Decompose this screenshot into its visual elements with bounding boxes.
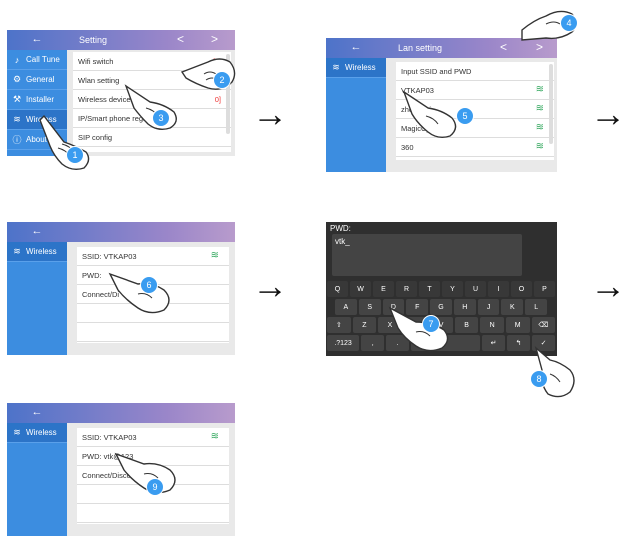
wifi-icon: ≋ [535,103,544,114]
music-note-icon: ♪ [14,54,20,65]
setting-header: ← Setting < > [7,30,235,50]
key-s[interactable]: S [358,299,381,315]
input-ssid-row[interactable]: Input SSID and PWD [396,62,554,81]
wifi-icon: ≋ [13,114,21,124]
key-a[interactable]: A [335,299,357,315]
enter-key[interactable]: ↵ [482,335,506,351]
empty-row [77,504,229,523]
wireless-header: ← [7,403,235,423]
key-p[interactable]: P [534,281,555,297]
step-badge: 4 [560,14,578,32]
arrow-right-icon: → [252,93,288,134]
wireless-header: ← [7,222,235,242]
sidebar: ≋ Wireless [7,242,67,355]
prev-page-button[interactable]: < [500,40,507,54]
key-m[interactable]: M [505,317,530,333]
key-o[interactable]: O [511,281,532,297]
pointing-hand-icon [39,114,90,171]
pointing-hand-icon [402,90,457,139]
wifi-icon: ≋ [210,250,219,261]
step-badge: 6 [140,276,158,294]
wrench-icon: ⚒ [12,94,22,104]
sidebar-item-general[interactable]: ⚙ General [7,70,67,90]
sidebar-item-installer[interactable]: ⚒ Installer [7,90,67,110]
key-q[interactable]: Q [327,281,348,297]
key-e[interactable]: E [373,281,394,297]
wifi-icon: ≋ [332,62,340,72]
key-k[interactable]: K [501,299,524,315]
pointing-hand-icon [388,306,449,352]
step-badge: 7 [422,315,440,333]
sidebar-item-wireless[interactable]: ≋Wireless [7,423,67,443]
step-badge: 8 [530,370,548,388]
step-badge: 9 [146,478,164,496]
key-w[interactable]: W [350,281,371,297]
sidebar: ≋ Wireless [326,58,386,172]
shift-key[interactable]: ⇧ [327,317,351,333]
key-h[interactable]: H [453,299,476,315]
key-u[interactable]: U [465,281,486,297]
empty-row [77,323,229,342]
step-badge: 3 [152,109,170,127]
page-title: Setting [79,35,108,45]
key-r[interactable]: R [396,281,417,297]
comma-key[interactable]: , [361,335,385,351]
pointing-hand-icon [108,272,170,314]
wifi-icon: ≋ [535,141,544,152]
wifi-icon: ≋ [13,427,21,437]
password-input[interactable]: vtk_ [332,234,522,276]
pointing-hand-icon [124,84,177,131]
prev-page-button[interactable]: < [177,32,184,46]
wifi-icon: ≋ [535,84,544,95]
back-button[interactable]: ← [7,406,67,418]
key-i[interactable]: I [488,281,509,297]
arrow-right-icon: → [590,93,626,134]
return-key[interactable]: ↰ [507,335,531,351]
key-l[interactable]: L [525,299,548,315]
sidebar-item-call-tune[interactable]: ♪ Call Tune [7,50,67,70]
info-icon: ⓘ [12,135,22,145]
gear-icon: ⚙ [12,74,22,84]
page-title: Lan setting [398,43,443,53]
sidebar-item-wireless[interactable]: ≋Wireless [326,58,386,78]
symbols-key[interactable]: .?123 [327,335,360,351]
network-row[interactable]: 360 ≋ [396,138,554,157]
arrow-right-icon: → [252,265,288,306]
wifi-icon: ≋ [210,431,219,442]
back-button[interactable]: ← [7,33,67,45]
sidebar: ≋ Wireless [7,423,67,536]
back-button[interactable]: ← [7,225,67,237]
sidebar-item-wireless[interactable]: ≋Wireless [7,242,67,262]
step-badge: 2 [213,71,231,89]
key-b[interactable]: B [454,317,479,333]
key-t[interactable]: T [419,281,440,297]
key-z[interactable]: Z [352,317,377,333]
key-n[interactable]: N [480,317,504,333]
wifi-icon: ≋ [13,246,21,256]
wifi-icon: ≋ [535,122,544,133]
key-y[interactable]: Y [442,281,463,297]
backspace-key[interactable]: ⌫ [531,317,556,333]
key-j[interactable]: J [477,299,500,315]
step-badge: 5 [456,107,474,125]
back-button[interactable]: ← [326,41,386,53]
next-page-button[interactable]: > [211,32,218,46]
pwd-label: PWD: [330,224,351,233]
scrollbar[interactable] [549,64,553,144]
step-badge: 1 [66,146,84,164]
ssid-row[interactable]: SSID: VTKAP03 ≋ [77,247,229,266]
arrow-right-icon: → [590,265,626,306]
ssid-row[interactable]: SSID: VTKAP03 ≋ [77,428,229,447]
